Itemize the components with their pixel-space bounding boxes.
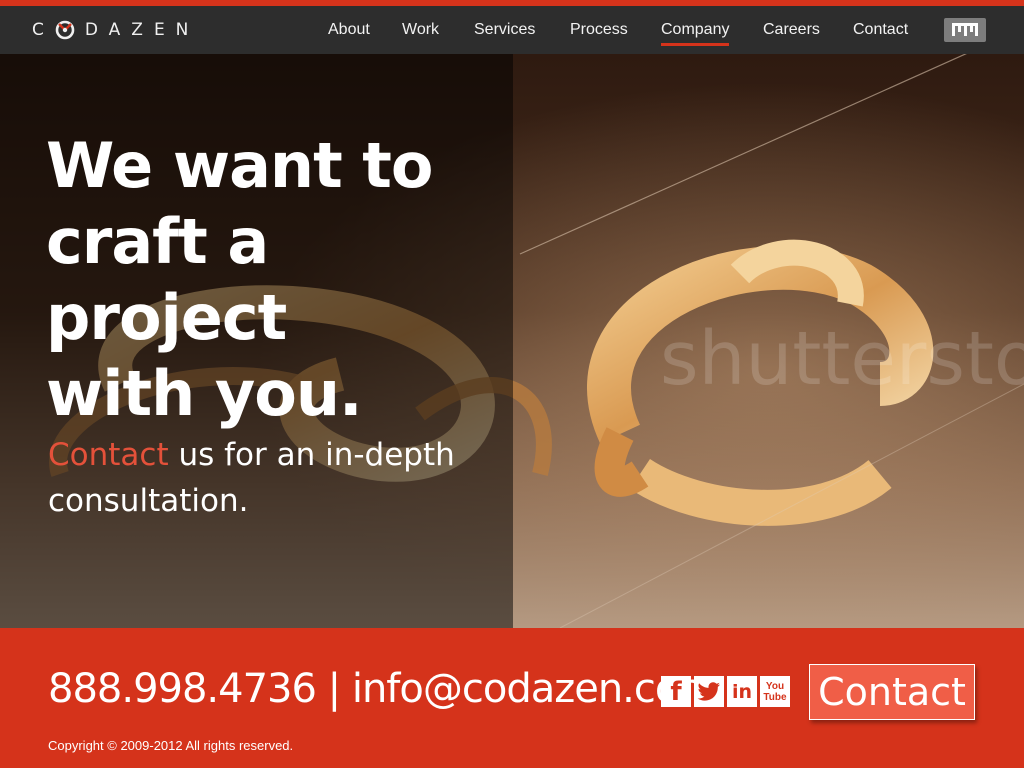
linkedin-icon[interactable]: in: [727, 676, 757, 707]
copyright: Copyright © 2009-2012 All rights reserve…: [48, 738, 294, 753]
nav-process[interactable]: Process: [570, 21, 628, 39]
separator: |: [315, 666, 352, 712]
hero: shutterstock We want to craft a project …: [0, 54, 1024, 628]
facebook-icon[interactable]: f: [661, 676, 691, 707]
phone-number[interactable]: 888.998.4736: [48, 666, 317, 712]
twitter-icon[interactable]: [694, 676, 724, 707]
headline-line: We want to: [46, 129, 434, 202]
comb-icon[interactable]: [944, 18, 986, 42]
contact-button[interactable]: Contact: [809, 664, 975, 720]
watermark-text: shutterstock: [660, 316, 1024, 402]
nav-services[interactable]: Services: [474, 21, 535, 39]
youtube-icon[interactable]: You Tube: [760, 676, 790, 707]
headline-line: with you.: [46, 357, 363, 430]
headline-line: craft a project: [46, 205, 287, 354]
nav-contact[interactable]: Contact: [853, 21, 908, 39]
nav-company[interactable]: Company: [661, 21, 730, 46]
hero-contact-link[interactable]: Contact: [48, 437, 169, 473]
hero-subtext: Contact us for an in-depth consultation.: [48, 432, 498, 524]
navbar: C DAZEN About Work Services Process Comp…: [0, 6, 1024, 54]
hero-headline: We want to craft a project with you.: [46, 128, 516, 432]
main-nav: About Work Services Process Company Care…: [0, 6, 1024, 54]
social-links: f in You Tube: [661, 676, 790, 707]
nav-work[interactable]: Work: [402, 21, 439, 39]
nav-about[interactable]: About: [328, 21, 370, 39]
nav-careers[interactable]: Careers: [763, 21, 820, 39]
footer: 888.998.4736 | info@codazen.com f in You…: [0, 628, 1024, 768]
youtube-icon-label: You Tube: [763, 680, 787, 703]
contact-info: 888.998.4736 | info@codazen.com: [48, 666, 717, 712]
